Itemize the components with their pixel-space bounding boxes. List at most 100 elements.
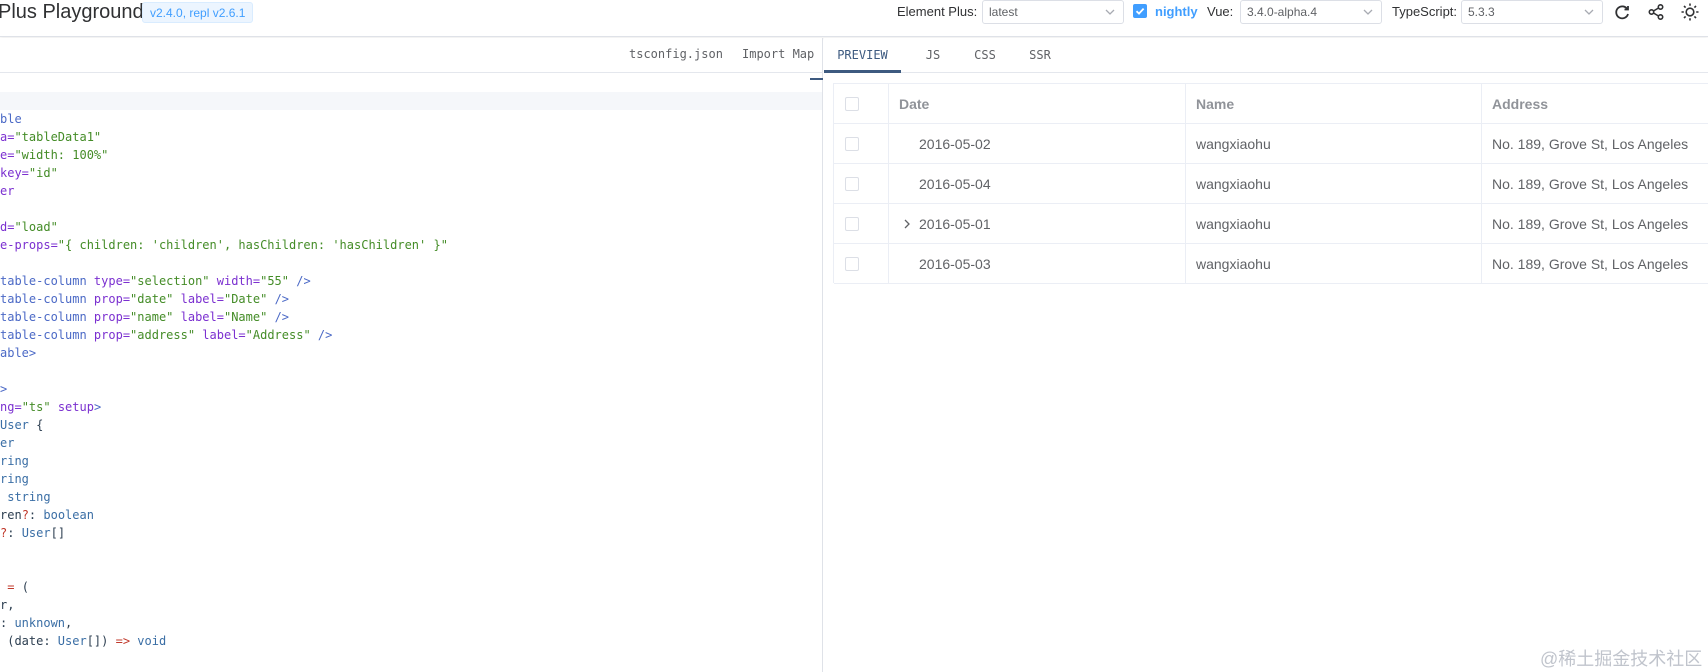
code-token: /> [267,310,290,324]
element-plus-version-select[interactable]: latest [982,0,1124,24]
chevron-down-icon [1584,9,1594,15]
chevron-down-icon [1105,9,1115,15]
table-row[interactable]: 2016-05-03 wangxiaohu No. 189, Grove St,… [834,244,1708,284]
code-token: ble [0,112,22,126]
column-divider [1185,244,1186,284]
code-token: "address" [130,328,196,342]
code-token: label= [195,328,246,342]
active-line-highlight [0,92,822,110]
code-token: prop= [93,310,131,324]
tab-tsconfig[interactable]: tsconfig.json [629,47,723,61]
data-table: Date Name Address 2016-05-02 wangxiaohu … [833,83,1708,284]
code-line: ng="ts" setup> [0,398,101,416]
code-token: e= [0,148,15,162]
column-divider [1481,204,1482,244]
tab-js[interactable]: JS [914,38,952,73]
cell-date: 2016-05-01 [919,216,991,232]
code-line: ring [0,470,29,488]
preview-pane: PREVIEW JS CSS SSR Date Name Address 201… [824,38,1708,672]
code-token: a= [0,130,15,144]
cell-name: wangxiaohu [1196,176,1271,192]
code-line: string [0,488,50,506]
table-row[interactable]: 2016-05-04 wangxiaohu No. 189, Grove St,… [834,164,1708,204]
code-token: "Name" [223,310,268,324]
sun-icon[interactable] [1679,1,1701,23]
expand-arrow-icon[interactable] [902,218,912,230]
code-token: table-column [0,292,94,306]
tab-preview[interactable]: PREVIEW [824,38,901,73]
row-checkbox[interactable] [845,137,859,151]
tab-css[interactable]: CSS [962,38,1008,73]
column-divider [888,164,889,204]
code-token: : [0,616,15,630]
vue-version-select[interactable]: 3.4.0-alpha.4 [1240,0,1382,24]
column-header-date[interactable]: Date [899,84,1179,124]
row-select-cell [834,164,888,204]
code-line: er [0,434,14,452]
column-divider [888,204,889,244]
code-token: User [21,526,51,540]
code-token: ring [0,472,29,486]
code-token: ren [0,508,22,522]
code-token: unknown [14,616,66,630]
cell-name: wangxiaohu [1196,256,1271,272]
refresh-icon[interactable] [1611,1,1633,23]
cell-address: No. 189, Grove St, Los Angeles [1492,136,1689,152]
code-token: "55" [260,274,290,288]
code-token: boolean [43,508,94,522]
code-token: "selection" [130,274,210,288]
nightly-checkbox[interactable] [1133,4,1147,18]
code-token: width= [209,274,261,288]
table-row[interactable]: 2016-05-01 wangxiaohu No. 189, Grove St,… [834,204,1708,244]
code-line: ring [0,452,29,470]
code-line: > [0,380,7,398]
code-token: => [115,634,131,648]
row-checkbox[interactable] [845,217,859,231]
vue-label: Vue: [1207,4,1234,19]
typescript-version-select[interactable]: 5.3.3 [1461,0,1603,24]
code-token: setup [50,400,94,414]
watermark: @稀土掘金技术社区 [1540,649,1703,669]
code-token: prop= [93,292,131,306]
version-badge[interactable]: v2.4.0, repl v2.6.1 [142,2,254,23]
code-line: e="width: 100%" [0,146,108,164]
column-header-address[interactable]: Address [1492,84,1708,124]
column-divider [1185,204,1186,244]
code-line: User { [0,416,43,434]
code-token: label= [173,292,224,306]
column-divider [1481,124,1482,164]
cell-date: 2016-05-04 [919,176,991,192]
code-line: key="id" [0,164,58,182]
code-token: "width: 100%" [14,148,109,162]
code-token: ? [21,508,29,522]
app-title: Plus Playground [0,1,144,23]
cell-address: No. 189, Grove St, Los Angeles [1492,176,1689,192]
editor-scroll-indicator [810,78,823,80]
column-divider [888,124,889,164]
row-checkbox[interactable] [845,257,859,271]
column-header-name[interactable]: Name [1196,84,1476,124]
nightly-label[interactable]: nightly [1155,3,1198,21]
row-checkbox[interactable] [845,177,859,191]
code-line: table-column prop="date" label="Date" /> [0,290,289,308]
share-icon[interactable] [1645,1,1667,23]
output-tabs: PREVIEW JS CSS SSR [824,38,1708,73]
select-all-checkbox[interactable] [845,97,859,111]
chevron-down-icon [1363,9,1373,15]
app-header: Plus Playground v2.4.0, repl v2.6.1 Elem… [0,0,1708,37]
element-plus-version-value: latest [989,5,1018,19]
table-row[interactable]: 2016-05-02 wangxiaohu No. 189, Grove St,… [834,124,1708,164]
tab-import-map[interactable]: Import Map [742,47,814,61]
code-area[interactable]: ble a="tableData1" e="width: 100%" key="id"… [0,92,822,672]
code-token: r, [0,598,15,612]
code-token: : [7,526,22,540]
code-token: ng= [0,400,22,414]
cell-address: No. 189, Grove St, Los Angeles [1492,216,1689,232]
code-line: table-column prop="address" label="Addre… [0,326,332,344]
code-token: /> [289,274,311,288]
tab-ssr[interactable]: SSR [1016,38,1064,73]
code-token: er [0,184,15,198]
code-token: "name" [130,310,174,324]
code-line: table-column type="selection" width="55"… [0,272,311,290]
code-editor-pane: tsconfig.json Import Map ble a="tableData… [0,38,823,672]
